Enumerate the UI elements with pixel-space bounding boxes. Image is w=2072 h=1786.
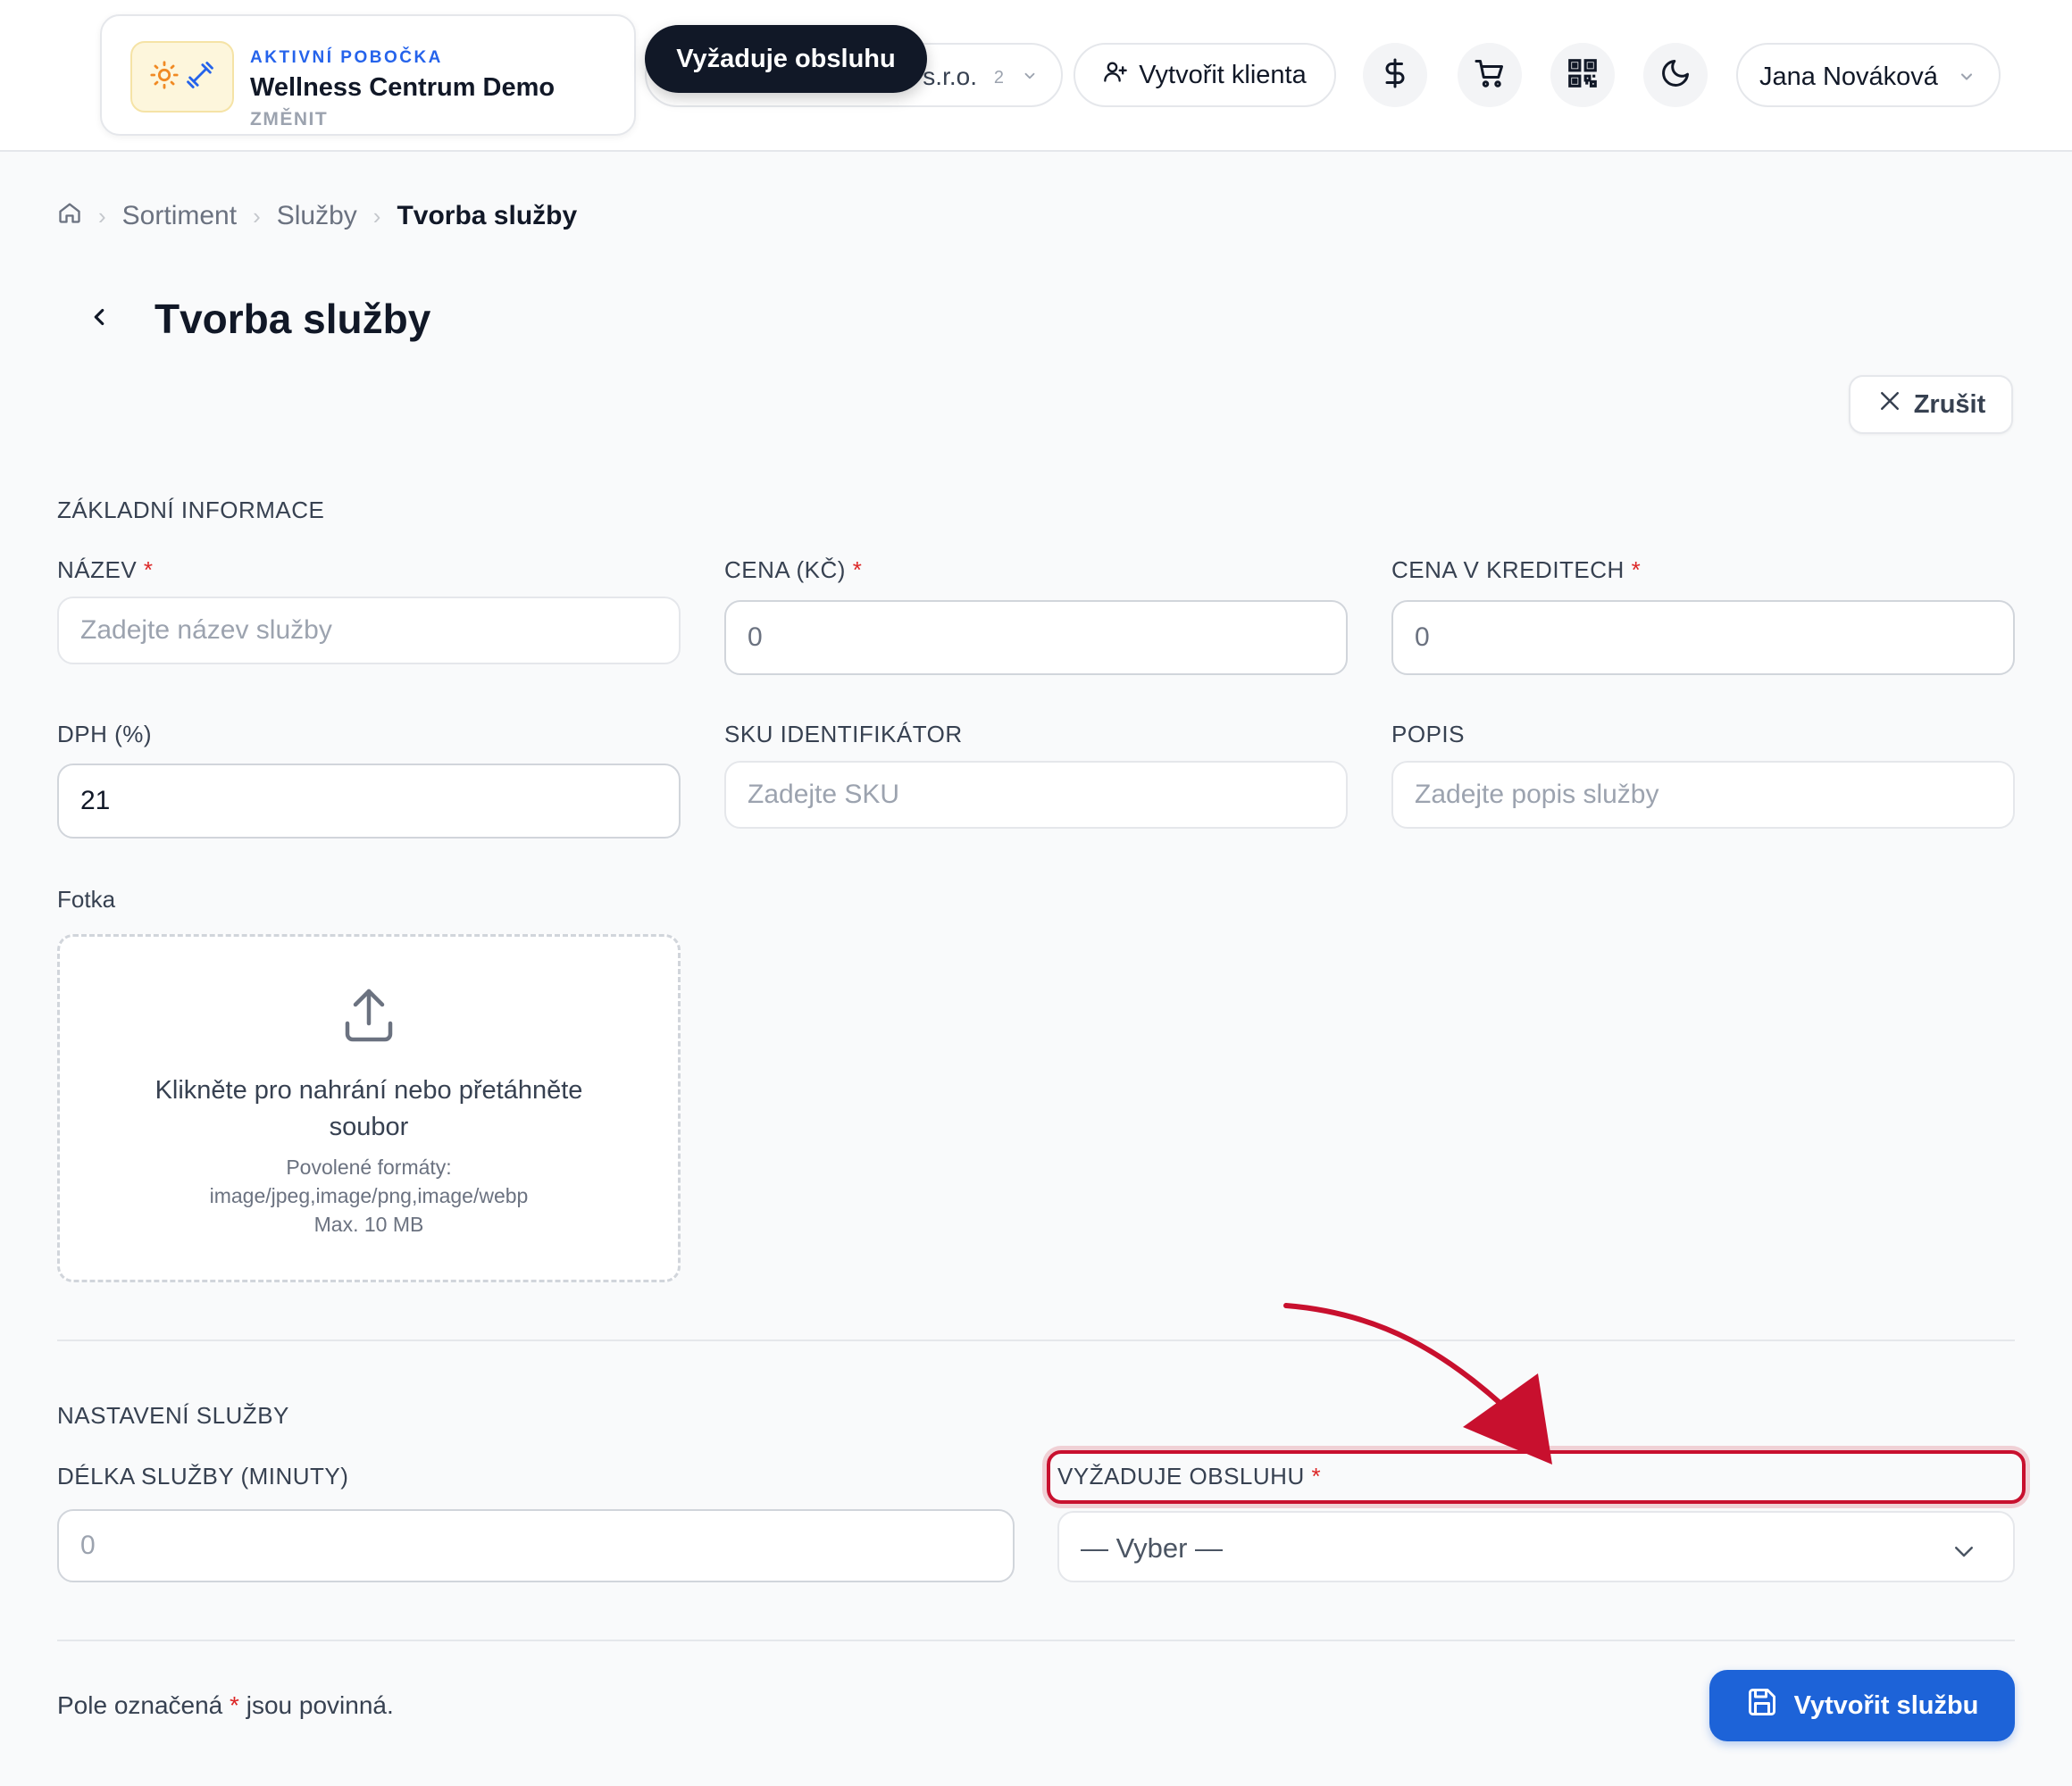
vat-label: DPH (%) [57,721,153,747]
moon-icon [1659,57,1692,94]
price-input[interactable] [724,600,1348,675]
create-service-button[interactable]: Vytvořit službu [1709,1670,2015,1741]
requires-staff-select[interactable]: — Vyber — [1057,1511,2015,1582]
vat-input[interactable] [57,764,681,839]
breadcrumb-current: Tvorba služby [397,201,578,230]
credits-input[interactable] [1391,600,2015,675]
cart-button[interactable] [1458,43,1522,107]
create-client-button[interactable]: Vytvořit klienta [1074,43,1336,107]
chevron-down-icon [1958,68,1976,90]
price-label-text: CENA (KČ) [724,556,846,583]
required-star: * [230,1691,239,1719]
upload-formats: image/jpeg,image/png,image/webp [209,1184,529,1207]
breadcrumb-separator-icon: › [372,202,381,230]
name-input[interactable] [57,597,681,664]
top-bar: AKTIVNÍ POBOČKA Wellness Centrum Demo ZM… [0,0,2072,152]
branch-logo [130,41,234,113]
photo-label: Fotka [57,886,116,913]
basic-info-section-title: ZÁKLADNÍ INFORMACE [57,497,325,523]
tooltip: Vyžaduje obsluhu [645,25,927,93]
chevron-down-icon [1022,68,1038,88]
settings-section-title: NASTAVENÍ SLUŽBY [57,1402,289,1429]
cash-button[interactable] [1363,43,1427,107]
upload-formats-label: Povolené formáty: [286,1156,452,1179]
breadcrumb-separator-icon: › [253,202,261,230]
note-before: Pole označená [57,1691,223,1719]
upload-icon [337,983,401,1052]
create-service-label: Vytvořit službu [1793,1690,1979,1720]
close-icon [1876,388,1903,421]
photo-upload-dropzone[interactable]: Klikněte pro nahrání nebo přetáhněte sou… [57,934,681,1282]
branch-name: Wellness Centrum Demo [250,73,556,102]
breadcrumb-sortiment[interactable]: Sortiment [122,201,237,231]
credits-label: CENA V KREDITECH * [1391,556,1641,584]
breadcrumb: › Sortiment › Služby › Tvorba služby [57,198,577,234]
page-title: Tvorba služby [155,296,431,342]
required-star: * [852,556,863,583]
theme-toggle-button[interactable] [1643,43,1708,107]
breadcrumb-separator-icon: › [98,202,106,230]
company-name: s.r.o. [923,63,977,90]
sku-label: SKU IDENTIFIKÁTOR [724,721,963,747]
section-divider [57,1340,2015,1341]
requires-staff-selected: — Vyber — [1081,1532,1224,1564]
duration-label: DÉLKA SLUŽBY (MINUTY) [57,1463,349,1490]
back-button[interactable] [79,298,120,339]
upload-max-size: Max. 10 MB [313,1213,424,1236]
upload-hint: Povolené formáty: image/jpeg,image/png,i… [96,1153,642,1239]
dumbbell-icon [185,60,215,95]
name-label: NÁZEV * [57,556,154,584]
description-label: POPIS [1391,721,1465,747]
chevron-down-icon [1951,1538,1977,1569]
cart-icon [1474,57,1506,94]
name-label-text: NÁZEV [57,556,138,583]
chevron-left-icon [86,304,113,335]
required-fields-note: Pole označená * jsou povinná. [57,1691,394,1720]
upload-main-text: Klikněte pro nahrání nebo přetáhněte sou… [155,1076,583,1141]
change-branch-link[interactable]: ZMĚNIT [250,109,328,130]
cancel-label: Zrušit [1913,389,1986,419]
note-after: jsou povinná. [246,1691,394,1719]
user-name: Jana Nováková [1759,63,1938,91]
cancel-button[interactable]: Zrušit [1849,375,2013,434]
save-icon [1746,1686,1778,1725]
qr-code-button[interactable] [1550,43,1615,107]
credits-label-text: CENA V KREDITECH [1391,556,1625,583]
qr-code-icon [1566,56,1600,95]
duration-input[interactable] [57,1509,1015,1582]
required-star: * [1631,556,1642,583]
active-branch-card[interactable]: AKTIVNÍ POBOČKA Wellness Centrum Demo ZM… [100,14,636,136]
create-client-label: Vytvořit klienta [1139,60,1307,89]
company-count: 2 [993,68,1004,88]
breadcrumb-sluzby[interactable]: Služby [277,201,357,231]
user-plus-icon [1103,59,1128,91]
user-menu[interactable]: Jana Nováková [1736,43,2001,107]
section-divider [57,1640,2015,1641]
home-icon[interactable] [57,200,82,232]
description-input[interactable] [1391,761,2015,829]
sku-input[interactable] [724,761,1348,829]
branch-kicker: AKTIVNÍ POBOČKA [250,48,443,67]
required-star: * [143,556,154,583]
price-label: CENA (KČ) * [724,556,862,584]
annotation-arrow-icon [1283,1303,1552,1465]
sun-icon [149,60,180,95]
dollar-icon [1379,57,1411,94]
